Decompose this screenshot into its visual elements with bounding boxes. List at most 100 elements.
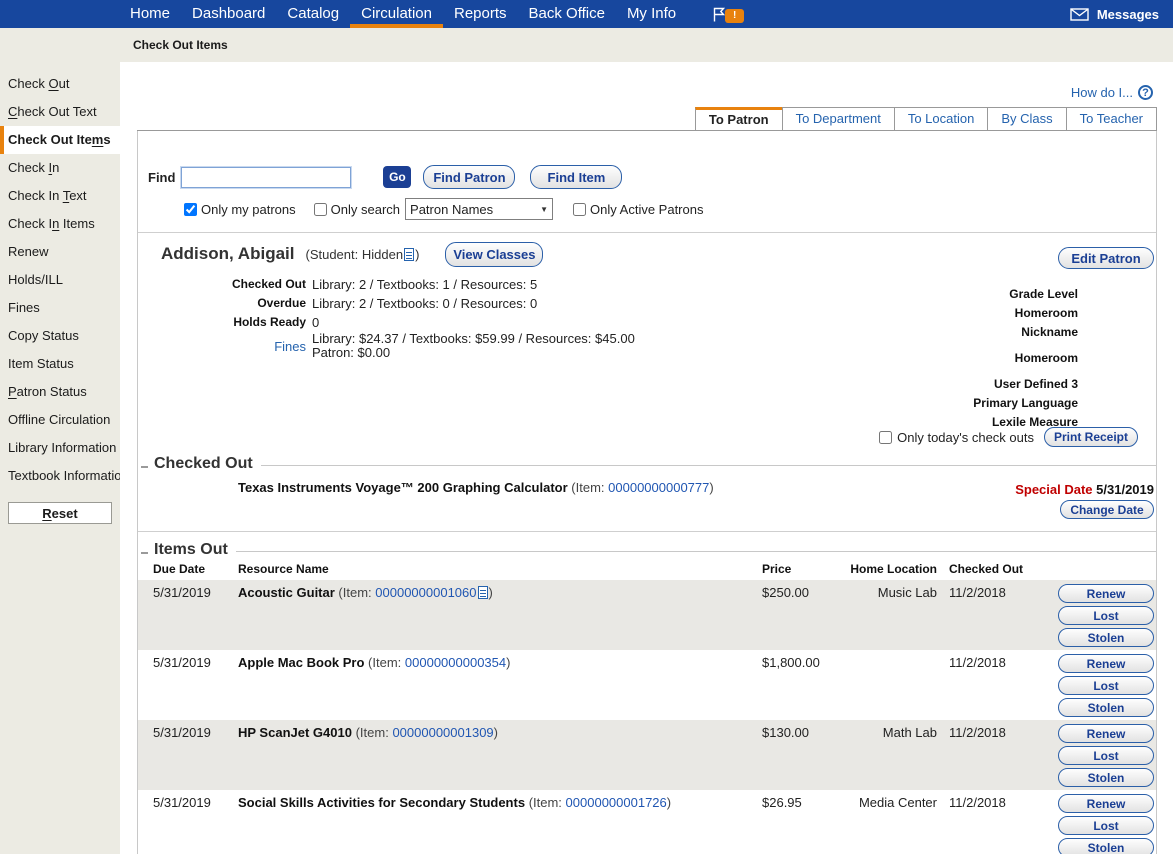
renew-button[interactable]: Renew	[1058, 724, 1154, 743]
sidebar-item-offline-circulation[interactable]: Offline Circulation	[0, 406, 120, 434]
edit-patron-button[interactable]: Edit Patron	[1058, 247, 1154, 269]
help-link[interactable]: How do I... ?	[1071, 85, 1153, 100]
item-number-link[interactable]: 00000000000777	[608, 480, 709, 495]
stolen-button[interactable]: Stolen	[1058, 768, 1154, 787]
patron-type-note: (Student: Hidden )	[305, 247, 419, 262]
breadcrumb: Check Out Items	[133, 38, 228, 52]
find-input[interactable]	[181, 167, 351, 188]
sidebar-item-holds-ill[interactable]: Holds/ILL	[0, 266, 120, 294]
tab-by-class[interactable]: By Class	[987, 107, 1066, 130]
items-out-header-row: Due Date Resource Name Price Home Locati…	[138, 562, 1156, 580]
row-actions: Renew Lost Stolen	[1058, 724, 1154, 787]
messages-button[interactable]: Messages	[1070, 0, 1173, 28]
sidebar-item-check-in[interactable]: Check In	[0, 154, 120, 182]
lost-button[interactable]: Lost	[1058, 606, 1154, 625]
view-classes-button[interactable]: View Classes	[445, 242, 543, 267]
fines-link[interactable]: Fines	[138, 337, 306, 356]
checked-out-item-row: Texas Instruments Voyage™ 200 Graphing C…	[138, 480, 1156, 532]
search-type-select[interactable]: Patron Names ▼	[405, 198, 553, 220]
nav-item-home[interactable]: Home	[119, 0, 181, 28]
find-section: Find Go Find Patron Find Item Only my pa…	[138, 131, 1156, 233]
reset-button[interactable]: Reset	[8, 502, 112, 524]
checked-out-section-header: Checked Out	[141, 454, 1156, 474]
lost-button[interactable]: Lost	[1058, 746, 1154, 765]
section-rule	[236, 551, 1156, 552]
sidebar-item-check-out-items[interactable]: Check Out Items	[0, 126, 120, 154]
main-content: How do I... ? To PatronTo DepartmentTo L…	[120, 62, 1173, 854]
resource-name-cell: Social Skills Activities for Secondary S…	[238, 795, 753, 810]
only-active-patrons-checkbox[interactable]	[573, 203, 586, 216]
item-number-link[interactable]: 00000000001060	[375, 585, 476, 600]
item-label-close: )	[709, 480, 713, 495]
lost-button[interactable]: Lost	[1058, 816, 1154, 835]
sidebar-item-library-information[interactable]: Library Information	[0, 434, 120, 462]
patron-section: Addison, Abigail (Student: Hidden ) View…	[138, 241, 1156, 448]
stolen-button[interactable]: Stolen	[1058, 628, 1154, 647]
question-circle-icon: ?	[1138, 85, 1153, 100]
sidebar-item-copy-status[interactable]: Copy Status	[0, 322, 120, 350]
go-button[interactable]: Go	[383, 166, 411, 188]
checked-out-cell: 11/2/2018	[949, 725, 1044, 740]
item-number-link[interactable]: 00000000001309	[392, 725, 493, 740]
due-date-cell: 5/31/2019	[153, 585, 233, 600]
items-out-table-row: 5/31/2019 HP ScanJet G4010 (Item: 000000…	[138, 720, 1156, 790]
find-patron-button[interactable]: Find Patron	[423, 165, 515, 189]
item-label: (Item:	[571, 480, 604, 495]
lost-button[interactable]: Lost	[1058, 676, 1154, 695]
sidebar-item-check-in-text[interactable]: Check In Text	[0, 182, 120, 210]
renew-button[interactable]: Renew	[1058, 584, 1154, 603]
nav-item-back-office[interactable]: Back Office	[518, 0, 616, 28]
section-dash	[141, 552, 148, 554]
only-active-patrons-label: Only Active Patrons	[590, 202, 703, 217]
tab-to-location[interactable]: To Location	[894, 107, 989, 130]
flag-alert[interactable]: !	[711, 0, 744, 28]
tab-to-teacher[interactable]: To Teacher	[1066, 107, 1157, 130]
sidebar-item-renew[interactable]: Renew	[0, 238, 120, 266]
row-actions: Renew Lost Stolen	[1058, 794, 1154, 854]
checked-out-cell: 11/2/2018	[949, 655, 1044, 670]
note-document-icon[interactable]	[478, 586, 488, 599]
sidebar: Check OutCheck Out TextCheck Out ItemsCh…	[0, 28, 120, 854]
nav-item-dashboard[interactable]: Dashboard	[181, 0, 276, 28]
profile-label-homeroom: Homeroom	[973, 349, 1078, 368]
profile-label-user-defined-3: User Defined 3	[973, 375, 1078, 394]
nav-item-reports[interactable]: Reports	[443, 0, 518, 28]
only-my-patrons-checkbox[interactable]	[184, 203, 197, 216]
sidebar-item-fines[interactable]: Fines	[0, 294, 120, 322]
due-date-cell: 5/31/2019	[153, 655, 233, 670]
checked-out-item-name: Texas Instruments Voyage™ 200 Graphing C…	[238, 480, 568, 495]
change-date-button[interactable]: Change Date	[1060, 500, 1154, 519]
items-out-section-title: Items Out	[154, 541, 228, 559]
sidebar-item-check-in-items[interactable]: Check In Items	[0, 210, 120, 238]
nav-item-circulation[interactable]: Circulation	[350, 0, 443, 28]
checked-out-cell: 11/2/2018	[949, 585, 1044, 600]
messages-icon	[1070, 8, 1089, 21]
nav-item-catalog[interactable]: Catalog	[276, 0, 350, 28]
tab-to-patron[interactable]: To Patron	[695, 107, 783, 130]
item-number-link[interactable]: 00000000000354	[405, 655, 506, 670]
special-date-value: 5/31/2019	[1096, 482, 1154, 497]
sidebar-item-patron-status[interactable]: Patron Status	[0, 378, 120, 406]
breadcrumb-strip: Check Out Items	[120, 28, 1173, 62]
sidebar-item-check-out-text[interactable]: Check Out Text	[0, 98, 120, 126]
alert-badge: !	[725, 9, 744, 23]
only-search-checkbox[interactable]	[314, 203, 327, 216]
find-item-button[interactable]: Find Item	[530, 165, 622, 189]
special-date-label: Special Date	[1015, 482, 1092, 497]
only-today-checkbox[interactable]	[879, 431, 892, 444]
item-number-link[interactable]: 00000000001726	[566, 795, 667, 810]
home-location-cell: Music Lab	[797, 585, 937, 600]
renew-button[interactable]: Renew	[1058, 794, 1154, 813]
items-out-table-row: 5/31/2019 Social Skills Activities for S…	[138, 790, 1156, 854]
stolen-button[interactable]: Stolen	[1058, 698, 1154, 717]
tab-to-department[interactable]: To Department	[782, 107, 895, 130]
sidebar-item-item-status[interactable]: Item Status	[0, 350, 120, 378]
sidebar-item-check-out[interactable]: Check Out	[0, 70, 120, 98]
sidebar-item-textbook-information[interactable]: Textbook Information	[0, 462, 120, 490]
stolen-button[interactable]: Stolen	[1058, 838, 1154, 854]
home-location-cell: Math Lab	[797, 725, 937, 740]
patron-note-close: )	[415, 247, 419, 262]
note-document-icon[interactable]	[404, 248, 414, 261]
nav-item-my-info[interactable]: My Info	[616, 0, 687, 28]
renew-button[interactable]: Renew	[1058, 654, 1154, 673]
